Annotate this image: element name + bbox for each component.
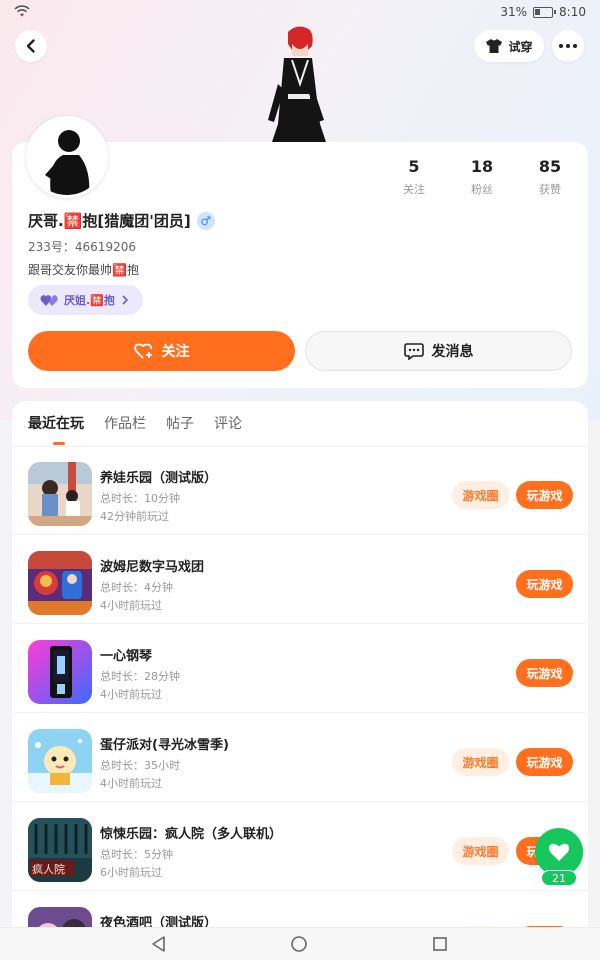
heart-icon — [548, 843, 570, 861]
like-button[interactable] — [535, 828, 583, 876]
play-game-button[interactable]: 玩游戏 — [516, 748, 573, 776]
game-last-played: 6小时前玩过 — [100, 866, 162, 879]
game-circle-button[interactable]: 游戏圈 — [452, 748, 509, 776]
user-bio: 跟哥交友你最帅🈲抱 — [28, 263, 139, 277]
game-meta: 总时长：10分钟 42分钟前玩过 — [100, 490, 180, 526]
game-meta: 总时长：5分钟 6小时前玩过 — [100, 846, 173, 882]
more-button[interactable] — [552, 30, 584, 62]
game-icon-eggy-party — [28, 729, 92, 793]
game-name: 波姆尼数字马戏团 — [100, 560, 205, 575]
user-id[interactable]: 233号：46619206 — [28, 238, 136, 255]
profile-tabs: 最近在玩 作品栏 帖子 评论 — [28, 413, 242, 433]
game-duration: 总时长：35小时 — [100, 759, 180, 772]
tab-comments[interactable]: 评论 — [214, 413, 242, 433]
chevron-right-icon — [122, 295, 129, 305]
game-name: 一心钢琴 — [100, 649, 153, 664]
game-icon-asylum: 疯人院 — [28, 818, 92, 882]
game-row[interactable]: 一心钢琴 总时长：28分钟 4小时前玩过 玩游戏 — [12, 625, 588, 713]
nickname: 厌哥.🈲抱[猎魔团'团员] — [28, 212, 191, 230]
like-count-badge: 21 — [541, 870, 577, 886]
play-game-button[interactable]: 玩游戏 — [516, 481, 573, 509]
nav-back-icon[interactable] — [150, 935, 168, 957]
game-icon-baby-park — [28, 462, 92, 526]
user-avatar[interactable] — [26, 116, 108, 198]
likes-stat[interactable]: 85 获赞 — [520, 157, 580, 197]
game-duration: 总时长：28分钟 — [100, 670, 180, 683]
play-game-button[interactable]: 玩游戏 — [516, 570, 573, 598]
game-last-played: 4小时前玩过 — [100, 599, 162, 612]
game-name: 惊悚乐园：疯人院（多人联机） — [100, 827, 283, 842]
game-icon-digital-circus — [28, 551, 92, 615]
chevron-left-icon — [26, 39, 35, 53]
game-row[interactable]: 疯人院 惊悚乐园：疯人院（多人联机） 总时长：5分钟 6小时前玩过 游戏圈 玩游… — [12, 803, 588, 891]
followers-count: 18 — [470, 157, 494, 176]
tab-recently-played[interactable]: 最近在玩 — [28, 413, 84, 433]
active-tab-indicator — [53, 442, 65, 445]
asylum-icon-text: 疯人院 — [32, 862, 65, 876]
wifi-icon — [14, 5, 30, 20]
game-circle-button[interactable]: 游戏圈 — [452, 481, 509, 509]
system-navigation-bar — [0, 927, 600, 960]
nav-home-icon[interactable] — [290, 935, 308, 957]
game-last-played: 4小时前玩过 — [100, 688, 162, 701]
game-row[interactable]: 养娃乐园（测试版） 总时长：10分钟 42分钟前玩过 游戏圈 玩游戏 — [12, 447, 588, 535]
following-label: 关注 — [403, 183, 425, 196]
game-name: 蛋仔派对(寻光冰雪季) — [100, 738, 229, 753]
more-dots-icon — [559, 44, 577, 48]
game-meta: 总时长：28分钟 4小时前玩过 — [100, 668, 180, 704]
couple-tag[interactable]: 厌姐.🈲抱 — [28, 285, 143, 315]
play-game-button[interactable]: 玩游戏 — [516, 659, 573, 687]
try-on-button[interactable]: 试穿 — [474, 30, 544, 62]
game-meta: 总时长：35小时 4小时前玩过 — [100, 757, 180, 793]
game-circle-button[interactable]: 游戏圈 — [452, 837, 509, 865]
followers-stat[interactable]: 18 粉丝 — [452, 157, 512, 197]
nav-recents-icon[interactable] — [431, 935, 449, 957]
game-meta: 总时长：4分钟 4小时前玩过 — [100, 579, 173, 615]
game-row[interactable]: 蛋仔派对(寻光冰雪季) 总时长：35小时 4小时前玩过 游戏圈 玩游戏 — [12, 714, 588, 802]
game-name: 养娃乐园（测试版） — [100, 471, 218, 486]
battery-percent: 31% — [500, 5, 528, 19]
game-duration: 总时长：4分钟 — [100, 581, 173, 594]
following-stat[interactable]: 5 关注 — [384, 157, 444, 197]
chat-bubble-icon — [403, 343, 424, 360]
likes-count: 85 — [538, 157, 562, 176]
following-count: 5 — [408, 157, 420, 176]
clock: 8:10 — [559, 5, 586, 19]
send-message-button[interactable]: 发消息 — [305, 331, 572, 371]
nickname-row: 厌哥.🈲抱[猎魔团'团员] ♂ — [28, 210, 215, 231]
male-gender-icon: ♂ — [196, 211, 215, 230]
game-duration: 总时长：5分钟 — [100, 848, 173, 861]
follow-button[interactable]: 关注 — [28, 331, 295, 371]
followers-label: 粉丝 — [471, 183, 493, 196]
add-follow-heart-icon — [133, 343, 152, 359]
likes-label: 获赞 — [539, 183, 561, 196]
send-message-label: 发消息 — [431, 344, 474, 360]
game-row[interactable]: 波姆尼数字马戏团 总时长：4分钟 4小时前玩过 玩游戏 — [12, 536, 588, 624]
status-bar: 31% 8:10 — [0, 0, 600, 26]
battery-icon — [533, 6, 557, 18]
recent-games-panel: 最近在玩 作品栏 帖子 评论 养娃乐园（测试版） 总时长：10分钟 42分钟前玩… — [12, 401, 588, 941]
game-icon-piano — [28, 640, 92, 704]
back-button[interactable] — [15, 30, 47, 62]
game-duration: 总时长：10分钟 — [100, 492, 180, 505]
double-heart-icon — [40, 295, 58, 306]
try-on-label: 试穿 — [508, 39, 533, 54]
tab-posts[interactable]: 帖子 — [166, 413, 194, 433]
shirt-icon — [486, 39, 503, 53]
game-last-played: 4小时前玩过 — [100, 777, 162, 790]
game-last-played: 42分钟前玩过 — [100, 510, 169, 523]
character-avatar-figure — [262, 24, 334, 144]
couple-tag-label: 厌姐.🈲抱 — [64, 294, 115, 307]
follow-label: 关注 — [161, 344, 190, 360]
tab-works[interactable]: 作品栏 — [104, 413, 146, 433]
